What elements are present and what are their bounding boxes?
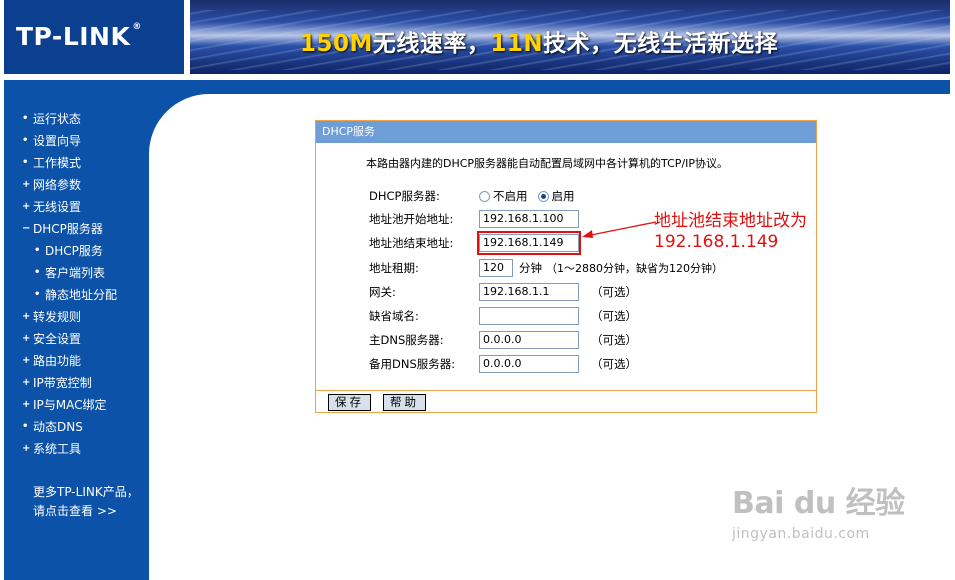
dhcp-panel: DHCP服务 本路由器内建的DHCP服务器能自动配置局域网中各计算机的TCP/I… <box>315 120 817 413</box>
radio-checked-icon <box>537 190 549 202</box>
menu-item-ddns[interactable]: • 动态DNS <box>22 416 117 438</box>
menu-item-security[interactable]: + 安全设置 <box>22 328 117 350</box>
annotation-text: 地址池结束地址改为 192.168.1.149 <box>654 211 807 252</box>
menu-item-ip-mac-binding[interactable]: + IP与MAC绑定 <box>22 394 117 416</box>
annotation-arrow-icon <box>582 221 657 238</box>
dhcp-disable-radio[interactable]: 不启用 <box>479 188 528 204</box>
panel-title: DHCP服务 <box>316 121 816 143</box>
menu-item-dhcp-service[interactable]: • DHCP服务 <box>22 240 117 262</box>
lease-input[interactable]: 120 <box>479 259 513 277</box>
dns2-row: 备用DNS服务器: 0.0.0.0 （可选） <box>369 355 637 373</box>
dhcp-enable-radio[interactable]: 启用 <box>537 188 575 204</box>
top-strip <box>4 80 950 94</box>
more-products-link[interactable]: 更多TP-LINK产品， 请点击查看 >> <box>33 483 139 521</box>
highlight-box <box>477 231 581 255</box>
button-bar: 保存 帮助 <box>316 390 816 412</box>
menu-item-client-list[interactable]: • 客户端列表 <box>22 262 117 284</box>
menu-item-work-mode[interactable]: • 工作模式 <box>22 152 117 174</box>
start-address-row: 地址池开始地址: 192.168.1.100 <box>369 209 579 229</box>
menu-item-system-tools[interactable]: + 系统工具 <box>22 438 117 460</box>
panel-intro: 本路由器内建的DHCP服务器能自动配置局域网中各计算机的TCP/IP协议。 <box>366 157 729 170</box>
start-address-input[interactable]: 192.168.1.100 <box>479 210 579 228</box>
dhcp-server-row: DHCP服务器: 不启用 启用 <box>369 188 575 204</box>
menu-item-status[interactable]: • 运行状态 <box>22 108 117 130</box>
menu-item-forwarding[interactable]: + 转发规则 <box>22 306 117 328</box>
save-button[interactable]: 保存 <box>328 394 371 411</box>
menu-item-wireless[interactable]: + 无线设置 <box>22 196 117 218</box>
banner-slogan: 150M无线速率，11N技术，无线生活新选择 <box>300 31 779 57</box>
logo-panel: TP-LINK ® <box>4 0 184 74</box>
watermark-url: jingyan.baidu.com <box>732 526 870 542</box>
menu-item-bandwidth[interactable]: + IP带宽控制 <box>22 372 117 394</box>
gateway-row: 网关: 192.168.1.1 （可选） <box>369 283 637 301</box>
domain-input[interactable] <box>479 307 579 325</box>
secondary-dns-input[interactable]: 0.0.0.0 <box>479 355 579 373</box>
baidu-watermark: Bai du 经验 jingyan.baidu.com <box>732 478 905 542</box>
domain-row: 缺省域名: （可选） <box>369 307 637 325</box>
help-button[interactable]: 帮助 <box>383 394 426 411</box>
radio-icon <box>479 190 490 202</box>
menu-item-wizard[interactable]: • 设置向导 <box>22 130 117 152</box>
primary-dns-input[interactable]: 0.0.0.0 <box>479 331 579 349</box>
menu-item-network[interactable]: + 网络参数 <box>22 174 117 196</box>
sidebar-menu: • 运行状态 • 设置向导 • 工作模式 + 网络参数 + 无线设置 − DHCP服务器 •… <box>22 108 117 460</box>
menu-item-static-address[interactable]: • 静态地址分配 <box>22 284 117 306</box>
menu-item-routing[interactable]: + 路由功能 <box>22 350 117 372</box>
menu-item-dhcp-server[interactable]: − DHCP服务器 <box>22 218 117 240</box>
watermark-logo: Bai du 经验 <box>732 486 905 521</box>
header-banner: 150M无线速率，11N技术，无线生活新选择 <box>190 0 950 74</box>
tp-link-logo: TP-LINK ® <box>16 22 142 51</box>
dns1-row: 主DNS服务器: 0.0.0.0 （可选） <box>369 331 637 349</box>
gateway-input[interactable]: 192.168.1.1 <box>479 283 579 301</box>
lease-row: 地址租期: 120 分钟 （1～2880分钟，缺省为120分钟） <box>369 259 723 277</box>
